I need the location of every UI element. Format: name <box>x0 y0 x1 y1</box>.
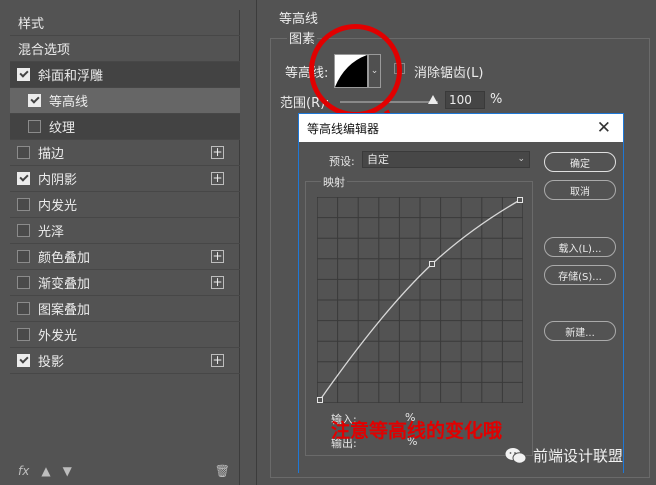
range-input[interactable]: 100 <box>445 91 485 109</box>
style-item-outer-glow[interactable]: 外发光 <box>10 322 240 348</box>
add-gradient-overlay-icon[interactable]: + <box>211 276 224 289</box>
preset-value: 自定 <box>367 153 389 166</box>
style-item-label: 外发光 <box>38 329 78 344</box>
move-up-icon[interactable]: ▲ <box>41 464 50 478</box>
style-item-label: 纹理 <box>49 121 76 136</box>
blending-options-item[interactable]: 混合选项 <box>10 36 240 62</box>
add-drop-shadow-icon[interactable]: + <box>211 354 224 367</box>
watermark: 前端设计联盟 <box>505 445 623 466</box>
style-item-gradient-overlay[interactable]: 渐变叠加 + <box>10 270 240 296</box>
style-item-bevel-emboss[interactable]: 斜面和浮雕 <box>10 62 240 88</box>
load-button[interactable]: 载入(L)... <box>544 237 616 257</box>
color-overlay-checkbox[interactable] <box>17 250 30 263</box>
fx-icon[interactable]: fx <box>18 464 29 478</box>
style-item-satin[interactable]: 光泽 <box>10 218 240 244</box>
style-item-stroke[interactable]: 描边 + <box>10 140 240 166</box>
style-list-footer: fx ▲ ▼ 🗑 <box>10 456 240 485</box>
add-inner-shadow-icon[interactable]: + <box>211 172 224 185</box>
styles-header[interactable]: 样式 <box>10 10 240 36</box>
add-stroke-icon[interactable]: + <box>211 146 224 159</box>
move-down-icon[interactable]: ▼ <box>63 464 72 478</box>
watermark-text: 前端设计联盟 <box>533 447 624 465</box>
style-item-color-overlay[interactable]: 颜色叠加 + <box>10 244 240 270</box>
style-item-inner-shadow[interactable]: 内阴影 + <box>10 166 240 192</box>
trash-icon[interactable]: 🗑 <box>215 464 230 478</box>
stroke-checkbox[interactable] <box>17 146 30 159</box>
new-button[interactable]: 新建... <box>544 321 616 341</box>
curve-point-end[interactable] <box>517 197 523 203</box>
texture-checkbox[interactable] <box>28 120 41 133</box>
style-item-label: 内发光 <box>38 199 78 214</box>
bevel-emboss-checkbox[interactable] <box>17 68 30 81</box>
antialias-label: 消除锯齿(L) <box>414 66 484 81</box>
style-item-texture[interactable]: 纹理 <box>10 114 240 140</box>
annotation-text: 注意等高线的变化哦 <box>331 420 503 442</box>
outer-glow-checkbox[interactable] <box>17 328 30 341</box>
cancel-button[interactable]: 取消 <box>544 180 616 200</box>
mapping-label: 映射 <box>321 174 347 190</box>
style-item-inner-glow[interactable]: 内发光 <box>10 192 240 218</box>
add-color-overlay-icon[interactable]: + <box>211 250 224 263</box>
contour-curve-graph[interactable] <box>317 197 523 403</box>
styles-header-label: 样式 <box>18 17 45 32</box>
style-item-label: 光泽 <box>38 225 65 240</box>
chevron-down-icon: ⌄ <box>517 154 525 164</box>
style-item-label: 斜面和浮雕 <box>38 69 104 84</box>
elements-group-label: 图素 <box>287 28 318 47</box>
annotation-circle <box>309 24 402 117</box>
curve-point-start[interactable] <box>317 397 323 403</box>
preset-label: 预设: <box>329 155 355 168</box>
curve-point-mid[interactable] <box>429 261 435 267</box>
style-item-label: 投影 <box>38 355 65 370</box>
pattern-overlay-checkbox[interactable] <box>17 302 30 315</box>
close-icon[interactable]: ✕ <box>597 118 611 138</box>
style-item-label: 图案叠加 <box>38 303 91 318</box>
style-item-label: 内阴影 <box>38 173 78 188</box>
layer-style-list: 样式 混合选项 斜面和浮雕 等高线 纹理 描边 + 内阴影 + 内发光 光泽 颜… <box>10 10 240 485</box>
editor-title: 等高线编辑器 <box>307 121 380 136</box>
contour-checkbox[interactable] <box>28 94 41 107</box>
satin-checkbox[interactable] <box>17 224 30 237</box>
gradient-overlay-checkbox[interactable] <box>17 276 30 289</box>
range-unit: % <box>490 92 503 107</box>
style-item-label: 等高线 <box>49 95 89 110</box>
style-item-label: 渐变叠加 <box>38 277 91 292</box>
inner-shadow-checkbox[interactable] <box>17 172 30 185</box>
style-item-contour[interactable]: 等高线 <box>10 88 240 114</box>
drop-shadow-checkbox[interactable] <box>17 354 30 367</box>
wechat-icon <box>505 447 527 464</box>
style-item-pattern-overlay[interactable]: 图案叠加 <box>10 296 240 322</box>
range-slider-thumb[interactable] <box>428 95 438 104</box>
style-item-label: 描边 <box>38 147 65 162</box>
style-item-drop-shadow[interactable]: 投影 + <box>10 348 240 374</box>
inner-glow-checkbox[interactable] <box>17 198 30 211</box>
preset-select[interactable]: 自定 ⌄ <box>362 151 530 168</box>
ok-button[interactable]: 确定 <box>544 152 616 172</box>
blending-options-label: 混合选项 <box>18 43 71 58</box>
editor-titlebar: 等高线编辑器 ✕ <box>299 114 623 142</box>
save-button[interactable]: 存储(S)... <box>544 265 616 285</box>
contour-panel-title: 等高线 <box>279 12 319 27</box>
style-item-label: 颜色叠加 <box>38 251 91 266</box>
